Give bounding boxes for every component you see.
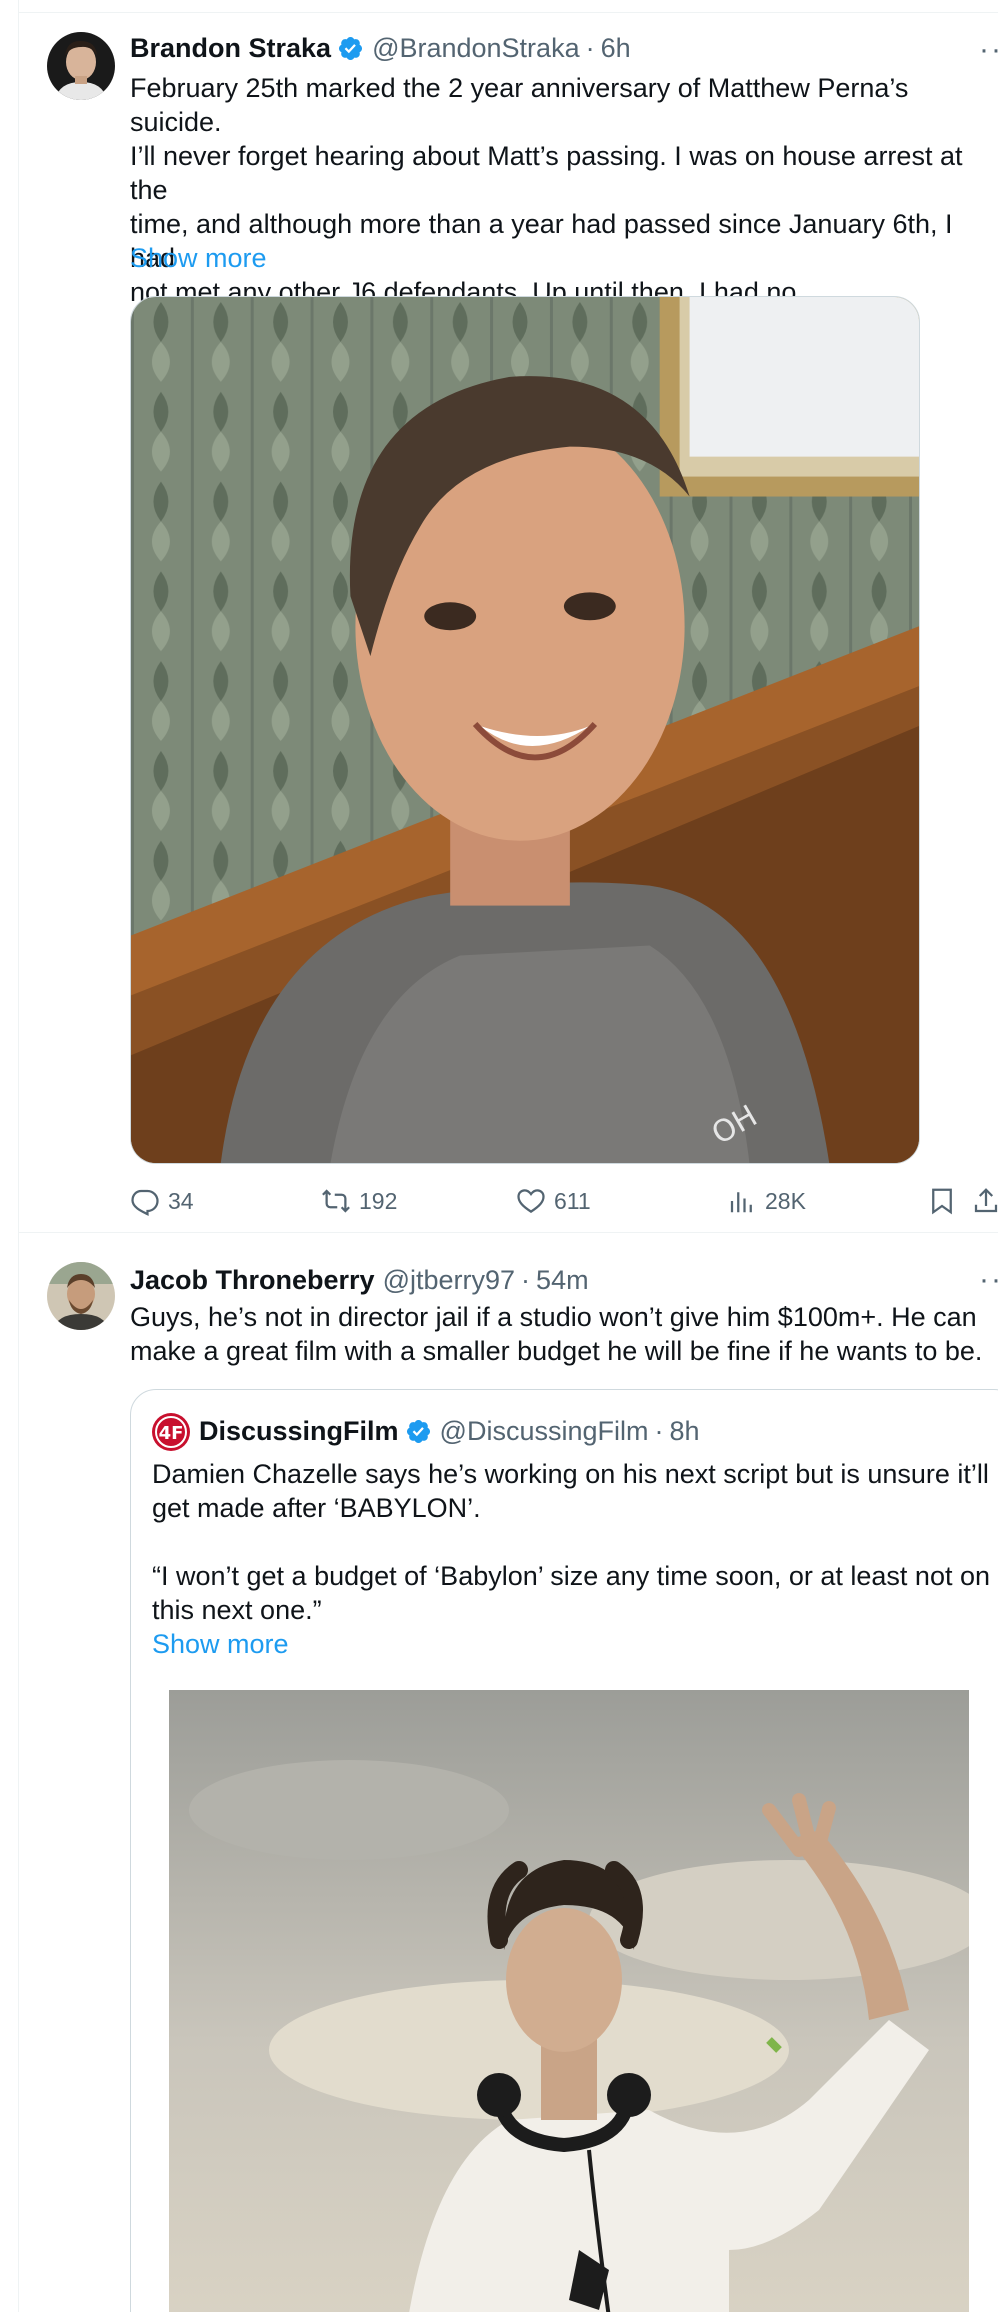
post-text-line: February 25th marked the 2 year annivers…: [130, 73, 916, 137]
post-actions: 34 192 611 28K: [19, 1186, 998, 1220]
avatar-brandon[interactable]: [47, 32, 115, 100]
post-text-paragraph: I’ll never forget hearing about Matt’s p…: [130, 141, 963, 307]
separator-dot: ·: [521, 1265, 531, 1295]
like-count: 611: [554, 1187, 591, 1214]
photo-director-waving-icon: [169, 1690, 969, 2312]
quote-header: DiscussingFilm @DiscussingFilm · 8h: [199, 1414, 700, 1448]
bookmark-button[interactable]: [927, 1186, 965, 1216]
post-header: Jacob Throneberry @jtberry97 · 54m: [130, 1263, 589, 1297]
share-icon: [974, 1188, 998, 1213]
photo-smiling-man-icon: OH: [131, 297, 919, 1163]
divider: [19, 1232, 998, 1233]
post-time[interactable]: 54m: [536, 1263, 589, 1297]
more-options-icon[interactable]: ··: [979, 35, 998, 65]
timeline-feed: Brandon Straka @BrandonStraka · 6h ·· Fe…: [18, 0, 998, 2312]
author-handle[interactable]: @jtberry97: [383, 1263, 515, 1297]
separator-dot: ·: [654, 1416, 664, 1446]
post-text: Guys, he’s not in director jail if a stu…: [130, 1302, 983, 1366]
author-name[interactable]: Brandon Straka: [130, 31, 331, 65]
post-image[interactable]: OH: [130, 296, 920, 1164]
heart-icon: [517, 1189, 545, 1213]
repost-button[interactable]: 192: [321, 1186, 397, 1216]
reply-button[interactable]: 34: [130, 1186, 194, 1216]
quoted-post[interactable]: 4F DiscussingFilm @DiscussingFilm · 8h D…: [130, 1389, 998, 2312]
views-button[interactable]: 28K: [727, 1186, 806, 1216]
avatar-jacob[interactable]: [47, 1262, 115, 1330]
bookmark-icon: [932, 1188, 952, 1215]
divider: [19, 12, 998, 13]
author-handle[interactable]: @BrandonStraka: [372, 31, 580, 65]
quote-time: 8h: [669, 1416, 700, 1446]
quote-show-more-link[interactable]: Show more: [152, 1627, 289, 1661]
repost-icon: [322, 1189, 350, 1213]
verified-badge-icon: [406, 1419, 430, 1443]
view-count: 28K: [765, 1187, 806, 1214]
repost-count: 192: [359, 1187, 398, 1214]
share-button[interactable]: [971, 1186, 998, 1216]
views-icon: [730, 1192, 752, 1213]
like-button[interactable]: 611: [516, 1186, 591, 1216]
quote-text-2: “I won’t get a budget of ‘Babylon’ size …: [152, 1561, 990, 1625]
author-name[interactable]: Jacob Throneberry: [130, 1263, 375, 1297]
quote-author-handle: @DiscussingFilm: [439, 1416, 649, 1446]
separator-dot: ·: [585, 33, 595, 63]
discussingfilm-logo-icon: 4F: [151, 1412, 191, 1452]
verified-badge-icon: [339, 36, 363, 60]
more-options-icon[interactable]: ··: [979, 1265, 998, 1295]
quote-text-1: Damien Chazelle says he’s working on his…: [152, 1459, 989, 1523]
reply-count: 34: [168, 1187, 194, 1214]
quote-author-name: DiscussingFilm: [199, 1416, 399, 1446]
reply-icon: [131, 1189, 159, 1216]
show-more-link[interactable]: Show more: [130, 241, 267, 275]
post-header: Brandon Straka @BrandonStraka · 6h: [130, 31, 631, 65]
logo-text: 4F: [159, 1423, 184, 1444]
quote-image[interactable]: [169, 1690, 969, 2312]
post-time[interactable]: 6h: [601, 31, 631, 65]
